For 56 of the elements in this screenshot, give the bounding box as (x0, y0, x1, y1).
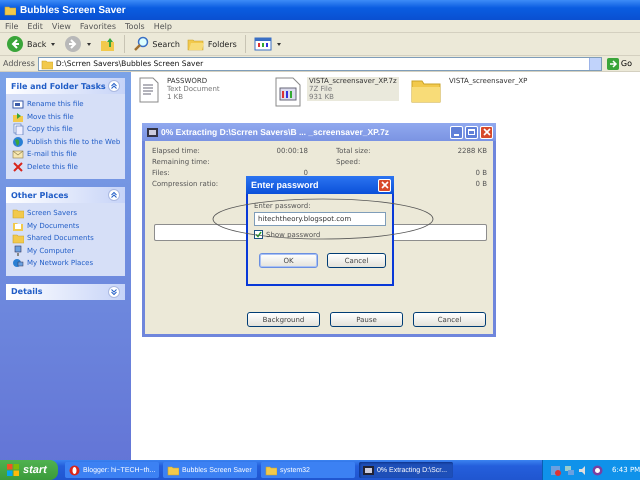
rename-icon (12, 98, 24, 110)
up-folder-icon (100, 36, 116, 52)
folders-button[interactable]: Folders (184, 35, 239, 53)
window-title: Enter password (251, 180, 319, 190)
close-button[interactable] (480, 126, 493, 138)
panel-header[interactable]: Details (6, 284, 125, 300)
text-document-icon (139, 77, 159, 103)
back-button[interactable]: Back (4, 34, 48, 54)
checkbox[interactable] (254, 230, 263, 239)
computer-icon (12, 244, 24, 257)
menu-item[interactable]: Favorites (80, 22, 116, 30)
globe-icon (12, 136, 24, 148)
checkmark-icon (255, 231, 262, 238)
panel-header[interactable]: Other Places (6, 187, 125, 203)
dropdown-arrow-icon[interactable] (51, 42, 56, 46)
folder-icon (265, 464, 277, 476)
folder-icon (167, 464, 179, 476)
window-title: Bubbles Screen Saver (20, 4, 126, 16)
delete-icon (12, 160, 24, 173)
dropdown-arrow-icon[interactable] (87, 42, 92, 46)
window-title: 0% Extracting D:\Scrren Savers\B ... _screensaver_XP.7z (161, 127, 390, 137)
archive-file-icon (275, 77, 301, 107)
views-button[interactable] (252, 36, 274, 52)
copy-icon (12, 123, 24, 136)
browser-icon (69, 464, 80, 476)
move-icon (12, 110, 24, 123)
menu-item[interactable]: Edit (27, 22, 43, 30)
menu-item[interactable]: Tools (125, 22, 145, 30)
folder-icon (12, 207, 24, 220)
maximize-button[interactable] (465, 126, 478, 138)
network-icon (12, 257, 24, 270)
dropdown-arrow-icon[interactable] (276, 42, 281, 46)
menu-item[interactable]: File (5, 22, 18, 30)
folder-icon (4, 4, 16, 16)
menu-item[interactable]: Help (154, 22, 172, 30)
archive-app-icon (363, 466, 374, 474)
folder-icon (40, 58, 53, 70)
search-button[interactable]: Search (131, 35, 182, 53)
network-icon (564, 464, 575, 476)
close-icon (380, 181, 388, 189)
minimize-button[interactable] (450, 126, 463, 138)
views-icon (254, 37, 272, 51)
go-arrow-icon (606, 58, 619, 70)
search-icon (133, 36, 150, 52)
go-button[interactable]: Go (604, 58, 634, 70)
menu-item[interactable]: View (52, 22, 71, 30)
app-tray-icon (592, 464, 603, 476)
folder-icon (12, 232, 24, 244)
address-label: Address (3, 59, 35, 68)
security-icon (550, 464, 561, 476)
archive-app-icon (147, 128, 158, 136)
windows-logo-icon (7, 464, 19, 476)
close-button[interactable] (378, 178, 391, 192)
close-icon (482, 128, 490, 136)
panel-header[interactable]: File and Folder Tasks (6, 78, 125, 94)
envelope-icon (12, 148, 24, 160)
